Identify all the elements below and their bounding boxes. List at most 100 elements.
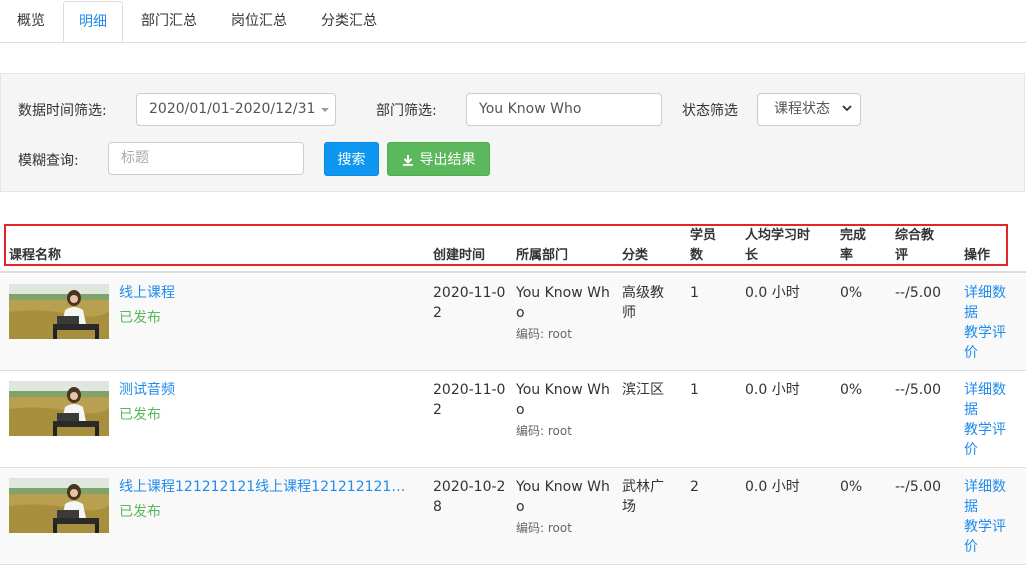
teaching-eval-link[interactable]: 教学评 价 (964, 517, 1014, 557)
created-date-line1: 2020-11-0 (433, 285, 506, 301)
col-header-completion: 完成 率 (840, 226, 866, 266)
category-line2: 场 (622, 499, 636, 515)
created-date-line1: 2020-10-2 (433, 479, 506, 495)
fuzzy-search-label: 模糊查询: (18, 153, 79, 169)
col-header-rating-line1: 综合教 (895, 228, 935, 243)
col-header-avg-time: 人均学习时 长 (745, 226, 810, 266)
search-button-label: 搜索 (337, 152, 366, 168)
completion-rate: 0% (840, 382, 863, 398)
category-line2: 师 (622, 305, 636, 321)
export-button[interactable]: 导出结果 (387, 142, 490, 176)
created-date-line2: 2 (433, 402, 442, 418)
overall-rating: --/5.00 (895, 285, 941, 301)
tab-position-summary[interactable]: 岗位汇总 (231, 0, 287, 42)
teaching-eval-line1: 教学评 (964, 422, 1006, 438)
chevron-down-icon (842, 105, 852, 112)
teaching-eval-line1: 教学评 (964, 325, 1006, 341)
table-row: 线上课程121212121线上课程121212121线上... 已发布 2020… (0, 468, 1026, 565)
course-thumbnail[interactable] (9, 381, 109, 436)
dept-name-line2: o (516, 499, 525, 515)
created-date-line1: 2020-11-0 (433, 382, 506, 398)
detail-data-link[interactable]: 详细数 据 (964, 380, 1014, 420)
col-header-name: 课程名称 (9, 248, 62, 263)
teaching-eval-line2: 价 (964, 345, 978, 361)
detail-data-line1: 详细数 (964, 382, 1006, 398)
course-title-link[interactable]: 测试音频 (119, 380, 175, 400)
teaching-eval-link[interactable]: 教学评 价 (964, 420, 1014, 460)
created-date: 2020-11-0 2 (433, 283, 505, 323)
course-thumbnail[interactable] (9, 478, 109, 533)
teaching-eval-link[interactable]: 教学评 价 (964, 323, 1014, 363)
col-header-created: 创建时间 (433, 248, 486, 263)
dept-name-line1: You Know Wh (516, 382, 610, 398)
status-filter-select[interactable]: 课程状态 (757, 93, 861, 126)
course-status: 已发布 (119, 407, 161, 423)
category-cell: 滨江区 (622, 380, 664, 400)
students-count: 2 (690, 479, 699, 495)
detail-data-line2: 据 (964, 305, 978, 321)
search-button[interactable]: 搜索 (324, 142, 379, 176)
detail-data-line1: 详细数 (964, 479, 1006, 495)
dept-cell: You Know Wh o (516, 477, 610, 517)
created-date: 2020-10-2 8 (433, 477, 505, 517)
date-range-input[interactable]: 2020/01/01-2020/12/31 (136, 93, 336, 126)
students-count: 1 (690, 382, 699, 398)
course-thumbnail[interactable] (9, 284, 109, 339)
col-header-completion-line2: 率 (840, 248, 854, 263)
tab-detail[interactable]: 明细 (63, 1, 123, 42)
col-header-students-line1: 学员 (690, 228, 717, 243)
dept-code: 编码: root (516, 424, 572, 438)
tab-overview[interactable]: 概览 (17, 0, 45, 42)
tab-dept-summary[interactable]: 部门汇总 (141, 0, 197, 42)
dept-code: 编码: root (516, 327, 572, 341)
overall-rating: --/5.00 (895, 479, 941, 495)
teaching-eval-line1: 教学评 (964, 519, 1006, 535)
dept-cell: You Know Wh o (516, 380, 610, 420)
detail-data-link[interactable]: 详细数 据 (964, 477, 1014, 517)
detail-data-line2: 据 (964, 499, 978, 515)
dept-code: 编码: root (516, 521, 572, 535)
status-filter-label: 状态筛选 (682, 103, 738, 119)
completion-rate: 0% (840, 479, 863, 495)
course-status: 已发布 (119, 504, 161, 520)
fuzzy-search-placeholder: 标题 (121, 150, 149, 166)
col-header-rating: 综合教 评 (895, 226, 934, 266)
dept-name-line2: o (516, 305, 525, 321)
course-title-link[interactable]: 线上课程 (119, 283, 175, 303)
avg-study-time: 0.0 小时 (745, 382, 800, 398)
created-date: 2020-11-0 2 (433, 380, 505, 420)
category-cell: 武林广 场 (622, 477, 664, 517)
detail-data-line1: 详细数 (964, 285, 1006, 301)
overall-rating: --/5.00 (895, 382, 941, 398)
category-line1: 滨江区 (622, 382, 664, 398)
dept-name-line1: You Know Wh (516, 479, 610, 495)
dept-filter-value: You Know Who (479, 101, 582, 117)
dept-cell: You Know Wh o (516, 283, 610, 323)
tab-category-summary[interactable]: 分类汇总 (321, 0, 377, 42)
detail-data-line2: 据 (964, 402, 978, 418)
date-range-value: 2020/01/01-2020/12/31 (149, 101, 316, 117)
download-icon (402, 155, 413, 166)
teaching-eval-line2: 价 (964, 442, 978, 458)
col-header-dept: 所属部门 (516, 248, 569, 263)
fuzzy-search-input[interactable]: 标题 (108, 142, 304, 175)
detail-data-link[interactable]: 详细数 据 (964, 283, 1014, 323)
category-cell: 高级教 师 (622, 283, 664, 323)
category-line1: 武林广 (622, 479, 664, 495)
status-filter-value: 课程状态 (774, 101, 830, 117)
col-header-completion-line1: 完成 (840, 228, 867, 243)
col-header-rating-line2: 评 (895, 248, 909, 263)
teaching-eval-line2: 价 (964, 539, 978, 555)
col-header-avg-time-line1: 人均学习时 (745, 228, 811, 243)
col-header-students: 学员 数 (690, 226, 716, 266)
table-row: 线上课程 已发布 2020-11-0 2 You Know Wh o 编码: r… (0, 274, 1026, 371)
course-status: 已发布 (119, 310, 161, 326)
table-header: 课程名称 创建时间 所属部门 分类 学员 数 人均学习时 长 完成 率 综合教 … (0, 222, 1026, 273)
filter-panel: 数据时间筛选: 2020/01/01-2020/12/31 部门筛选: You … (0, 73, 1025, 192)
avg-study-time: 0.0 小时 (745, 479, 800, 495)
col-header-students-line2: 数 (690, 248, 704, 263)
col-header-avg-time-line2: 长 (745, 248, 759, 263)
dept-filter-input[interactable]: You Know Who (466, 93, 662, 126)
dept-name-line2: o (516, 402, 525, 418)
course-title-link[interactable]: 线上课程121212121线上课程121212121线上... (119, 477, 419, 497)
